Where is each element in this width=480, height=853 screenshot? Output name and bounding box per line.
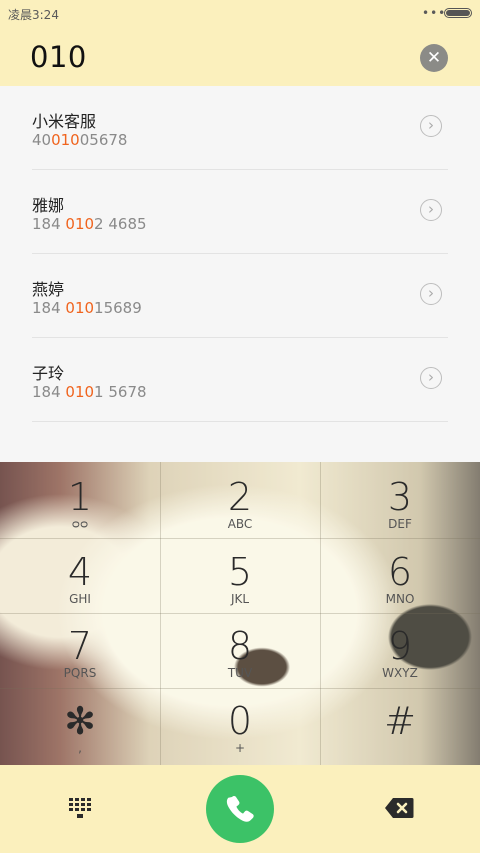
contact-row[interactable]: 燕婷 184 01015689 › <box>0 254 480 338</box>
dial-number-display[interactable]: 010 <box>30 40 87 74</box>
contact-detail-arrow-icon[interactable]: › <box>420 283 442 305</box>
contact-row[interactable]: 小米客服 4001005678 › <box>0 86 480 170</box>
key-6[interactable]: 6 MNO <box>320 541 480 617</box>
clear-input-button[interactable]: ✕ <box>420 44 448 72</box>
key-1[interactable]: 1 ᴑᴑ <box>0 466 160 542</box>
dialpad-toggle-icon[interactable] <box>68 796 92 820</box>
battery-icon <box>444 8 472 18</box>
key-7[interactable]: 7 PQRS <box>0 615 160 691</box>
key-0[interactable]: 0 + <box>160 690 320 765</box>
contact-detail-arrow-icon[interactable]: › <box>420 115 442 137</box>
contact-row[interactable]: 子玲 184 0101 5678 › <box>0 338 480 422</box>
number-match-highlight: 010 <box>65 383 95 401</box>
contact-name: 燕婷 <box>32 280 65 299</box>
key-4[interactable]: 4 GHI <box>0 541 160 617</box>
voicemail-icon: ᴑᴑ <box>71 517 89 531</box>
key-9[interactable]: 9 WXYZ <box>320 615 480 691</box>
contact-row[interactable]: 雅娜 184 0102 4685 › <box>0 170 480 254</box>
backspace-icon[interactable] <box>384 797 414 819</box>
dial-header: 凌晨3:24 ••• 010 ✕ <box>0 0 480 86</box>
contact-detail-arrow-icon[interactable]: › <box>420 199 442 221</box>
key-2[interactable]: 2 ABC <box>160 466 320 542</box>
dial-keypad: 1 ᴑᴑ 2 ABC 3 DEF 4 GHI 5 JKL 6 MNO 7 PQRS 8 TUV … <box>0 462 480 765</box>
contact-name: 雅娜 <box>32 196 65 215</box>
key-8[interactable]: 8 TUV <box>160 615 320 691</box>
status-time: 凌晨3:24 <box>8 8 59 22</box>
phone-icon <box>226 795 254 822</box>
status-more-icon: ••• <box>422 6 447 20</box>
number-match-highlight: 010 <box>65 215 95 233</box>
row-divider <box>32 421 448 422</box>
call-button[interactable] <box>206 775 274 843</box>
contact-name: 子玲 <box>32 364 65 383</box>
number-match-highlight: 010 <box>65 299 95 317</box>
contact-number: 4001005678 <box>32 131 128 149</box>
number-match-highlight: 010 <box>51 131 80 149</box>
key-hash[interactable]: # <box>320 690 480 765</box>
contact-detail-arrow-icon[interactable]: › <box>420 367 442 389</box>
close-icon: ✕ <box>426 48 442 68</box>
dial-action-bar <box>0 765 480 853</box>
contact-name: 小米客服 <box>32 112 97 131</box>
contact-number: 184 0101 5678 <box>32 383 147 401</box>
contact-number: 184 01015689 <box>32 299 142 317</box>
key-3[interactable]: 3 DEF <box>320 466 480 542</box>
contact-results-list: 小米客服 4001005678 › 雅娜 184 0102 4685 › 燕婷 … <box>0 86 480 462</box>
key-star[interactable]: ✻, <box>0 690 160 765</box>
contact-number: 184 0102 4685 <box>32 215 147 233</box>
key-5[interactable]: 5 JKL <box>160 541 320 617</box>
